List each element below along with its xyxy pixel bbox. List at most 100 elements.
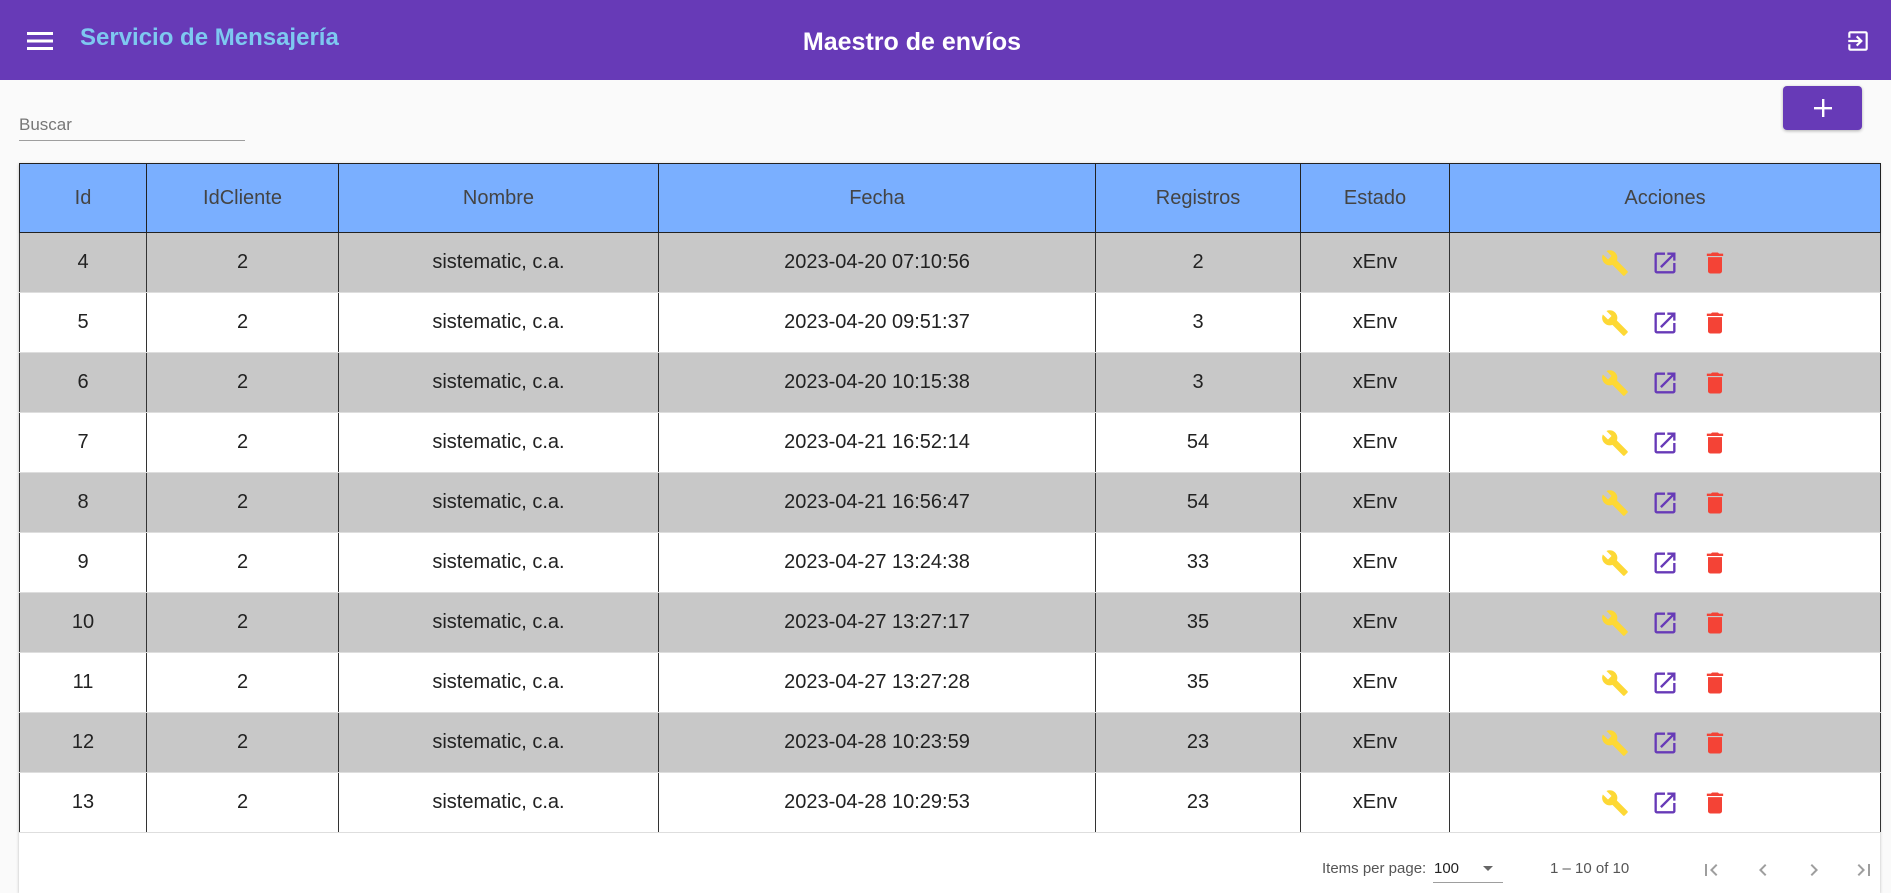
cell-nombre: sistematic, c.a. <box>338 352 659 413</box>
cell-estado: xEnv <box>1300 232 1450 293</box>
trash-icon[interactable] <box>1701 669 1729 697</box>
cell-estado: xEnv <box>1300 592 1450 653</box>
cell-idcliente: 2 <box>146 352 339 413</box>
wrench-icon[interactable] <box>1601 729 1629 757</box>
open-in-new-icon[interactable] <box>1651 249 1679 277</box>
trash-icon[interactable] <box>1701 309 1729 337</box>
open-in-new-icon[interactable] <box>1651 549 1679 577</box>
cell-id: 6 <box>19 352 147 413</box>
row-actions <box>1450 309 1880 337</box>
wrench-icon[interactable] <box>1601 669 1629 697</box>
open-in-new-icon[interactable] <box>1651 369 1679 397</box>
trash-icon[interactable] <box>1701 429 1729 457</box>
table-row[interactable]: 9 2 sistematic, c.a. 2023-04-27 13:24:38 33 x… <box>19 532 1881 593</box>
cell-registros: 54 <box>1095 472 1301 533</box>
column-header-acciones: Acciones <box>1449 163 1881 233</box>
cell-estado: xEnv <box>1300 472 1450 533</box>
cell-id: 12 <box>19 712 147 773</box>
cell-nombre: sistematic, c.a. <box>338 532 659 593</box>
wrench-icon[interactable] <box>1601 549 1629 577</box>
cell-estado: xEnv <box>1300 532 1450 593</box>
cell-fecha: 2023-04-27 13:24:38 <box>658 532 1096 593</box>
open-in-new-icon[interactable] <box>1651 789 1679 817</box>
open-in-new-icon[interactable] <box>1651 429 1679 457</box>
table-row[interactable]: 6 2 sistematic, c.a. 2023-04-20 10:15:38 3 xE… <box>19 352 1881 413</box>
open-in-new-icon[interactable] <box>1651 309 1679 337</box>
cell-estado: xEnv <box>1300 292 1450 353</box>
wrench-icon[interactable] <box>1601 489 1629 517</box>
first-page-button[interactable] <box>1695 854 1727 886</box>
open-in-new-icon[interactable] <box>1651 729 1679 757</box>
table-row[interactable]: 5 2 sistematic, c.a. 2023-04-20 09:51:37 3 xE… <box>19 292 1881 353</box>
open-in-new-icon[interactable] <box>1651 609 1679 637</box>
open-in-new-icon[interactable] <box>1651 489 1679 517</box>
wrench-icon[interactable] <box>1601 369 1629 397</box>
cell-id: 10 <box>19 592 147 653</box>
cell-acciones <box>1449 292 1881 353</box>
page-size-select[interactable]: 100 <box>1433 855 1503 883</box>
trash-icon[interactable] <box>1701 369 1729 397</box>
table-row[interactable]: 8 2 sistematic, c.a. 2023-04-21 16:56:47 54 x… <box>19 472 1881 533</box>
trash-icon[interactable] <box>1701 789 1729 817</box>
shipments-table: Id IdCliente Nombre Fecha Registros Esta… <box>19 163 1881 833</box>
column-header-idcliente[interactable]: IdCliente <box>146 163 339 233</box>
cell-nombre: sistematic, c.a. <box>338 292 659 353</box>
wrench-icon[interactable] <box>1601 789 1629 817</box>
row-actions <box>1450 729 1880 757</box>
row-actions <box>1450 369 1880 397</box>
last-page-icon <box>1857 864 1870 876</box>
cell-id: 8 <box>19 472 147 533</box>
table-row[interactable]: 4 2 sistematic, c.a. 2023-04-20 07:10:56 2 xE… <box>19 232 1881 293</box>
table-row[interactable]: 12 2 sistematic, c.a. 2023-04-28 10:23:59 23… <box>19 712 1881 773</box>
cell-estado: xEnv <box>1300 412 1450 473</box>
wrench-icon[interactable] <box>1601 429 1629 457</box>
cell-nombre: sistematic, c.a. <box>338 412 659 473</box>
trash-icon[interactable] <box>1701 549 1729 577</box>
cell-fecha: 2023-04-20 07:10:56 <box>658 232 1096 293</box>
column-header-estado[interactable]: Estado <box>1300 163 1450 233</box>
next-page-button[interactable] <box>1798 854 1830 886</box>
chevron-left-icon <box>1759 864 1767 876</box>
table-row[interactable]: 13 2 sistematic, c.a. 2023-04-28 10:29:53 23… <box>19 772 1881 833</box>
shipments-table-card: Id IdCliente Nombre Fecha Registros Esta… <box>19 163 1881 893</box>
cell-acciones <box>1449 412 1881 473</box>
logout-button[interactable] <box>1842 26 1874 56</box>
open-in-new-icon[interactable] <box>1651 669 1679 697</box>
cell-idcliente: 2 <box>146 472 339 533</box>
cell-idcliente: 2 <box>146 652 339 713</box>
cell-fecha: 2023-04-21 16:56:47 <box>658 472 1096 533</box>
column-header-registros[interactable]: Registros <box>1095 163 1301 233</box>
table-row[interactable]: 11 2 sistematic, c.a. 2023-04-27 13:27:28 35… <box>19 652 1881 713</box>
row-actions <box>1450 429 1880 457</box>
cell-nombre: sistematic, c.a. <box>338 772 659 833</box>
wrench-icon[interactable] <box>1601 609 1629 637</box>
table-row[interactable]: 7 2 sistematic, c.a. 2023-04-21 16:52:14 54 x… <box>19 412 1881 473</box>
row-actions <box>1450 789 1880 817</box>
table-row[interactable]: 10 2 sistematic, c.a. 2023-04-27 13:27:17 35… <box>19 592 1881 653</box>
trash-icon[interactable] <box>1701 609 1729 637</box>
row-actions <box>1450 489 1880 517</box>
last-page-button[interactable] <box>1848 854 1880 886</box>
chevron-down-icon <box>1483 866 1493 871</box>
plus-icon <box>1813 99 1832 117</box>
add-button[interactable] <box>1783 86 1862 130</box>
cell-registros: 33 <box>1095 532 1301 593</box>
search-input[interactable] <box>19 110 245 140</box>
cell-id: 7 <box>19 412 147 473</box>
column-header-id[interactable]: Id <box>19 163 147 233</box>
trash-icon[interactable] <box>1701 489 1729 517</box>
previous-page-button[interactable] <box>1747 854 1779 886</box>
cell-id: 9 <box>19 532 147 593</box>
column-header-fecha[interactable]: Fecha <box>658 163 1096 233</box>
items-per-page-label: Items per page: <box>1322 860 1427 877</box>
wrench-icon[interactable] <box>1601 249 1629 277</box>
trash-icon[interactable] <box>1701 729 1729 757</box>
row-actions <box>1450 549 1880 577</box>
row-actions <box>1450 669 1880 697</box>
wrench-icon[interactable] <box>1601 309 1629 337</box>
cell-registros: 23 <box>1095 712 1301 773</box>
cell-fecha: 2023-04-21 16:52:14 <box>658 412 1096 473</box>
trash-icon[interactable] <box>1701 249 1729 277</box>
column-header-nombre[interactable]: Nombre <box>338 163 659 233</box>
cell-acciones <box>1449 592 1881 653</box>
